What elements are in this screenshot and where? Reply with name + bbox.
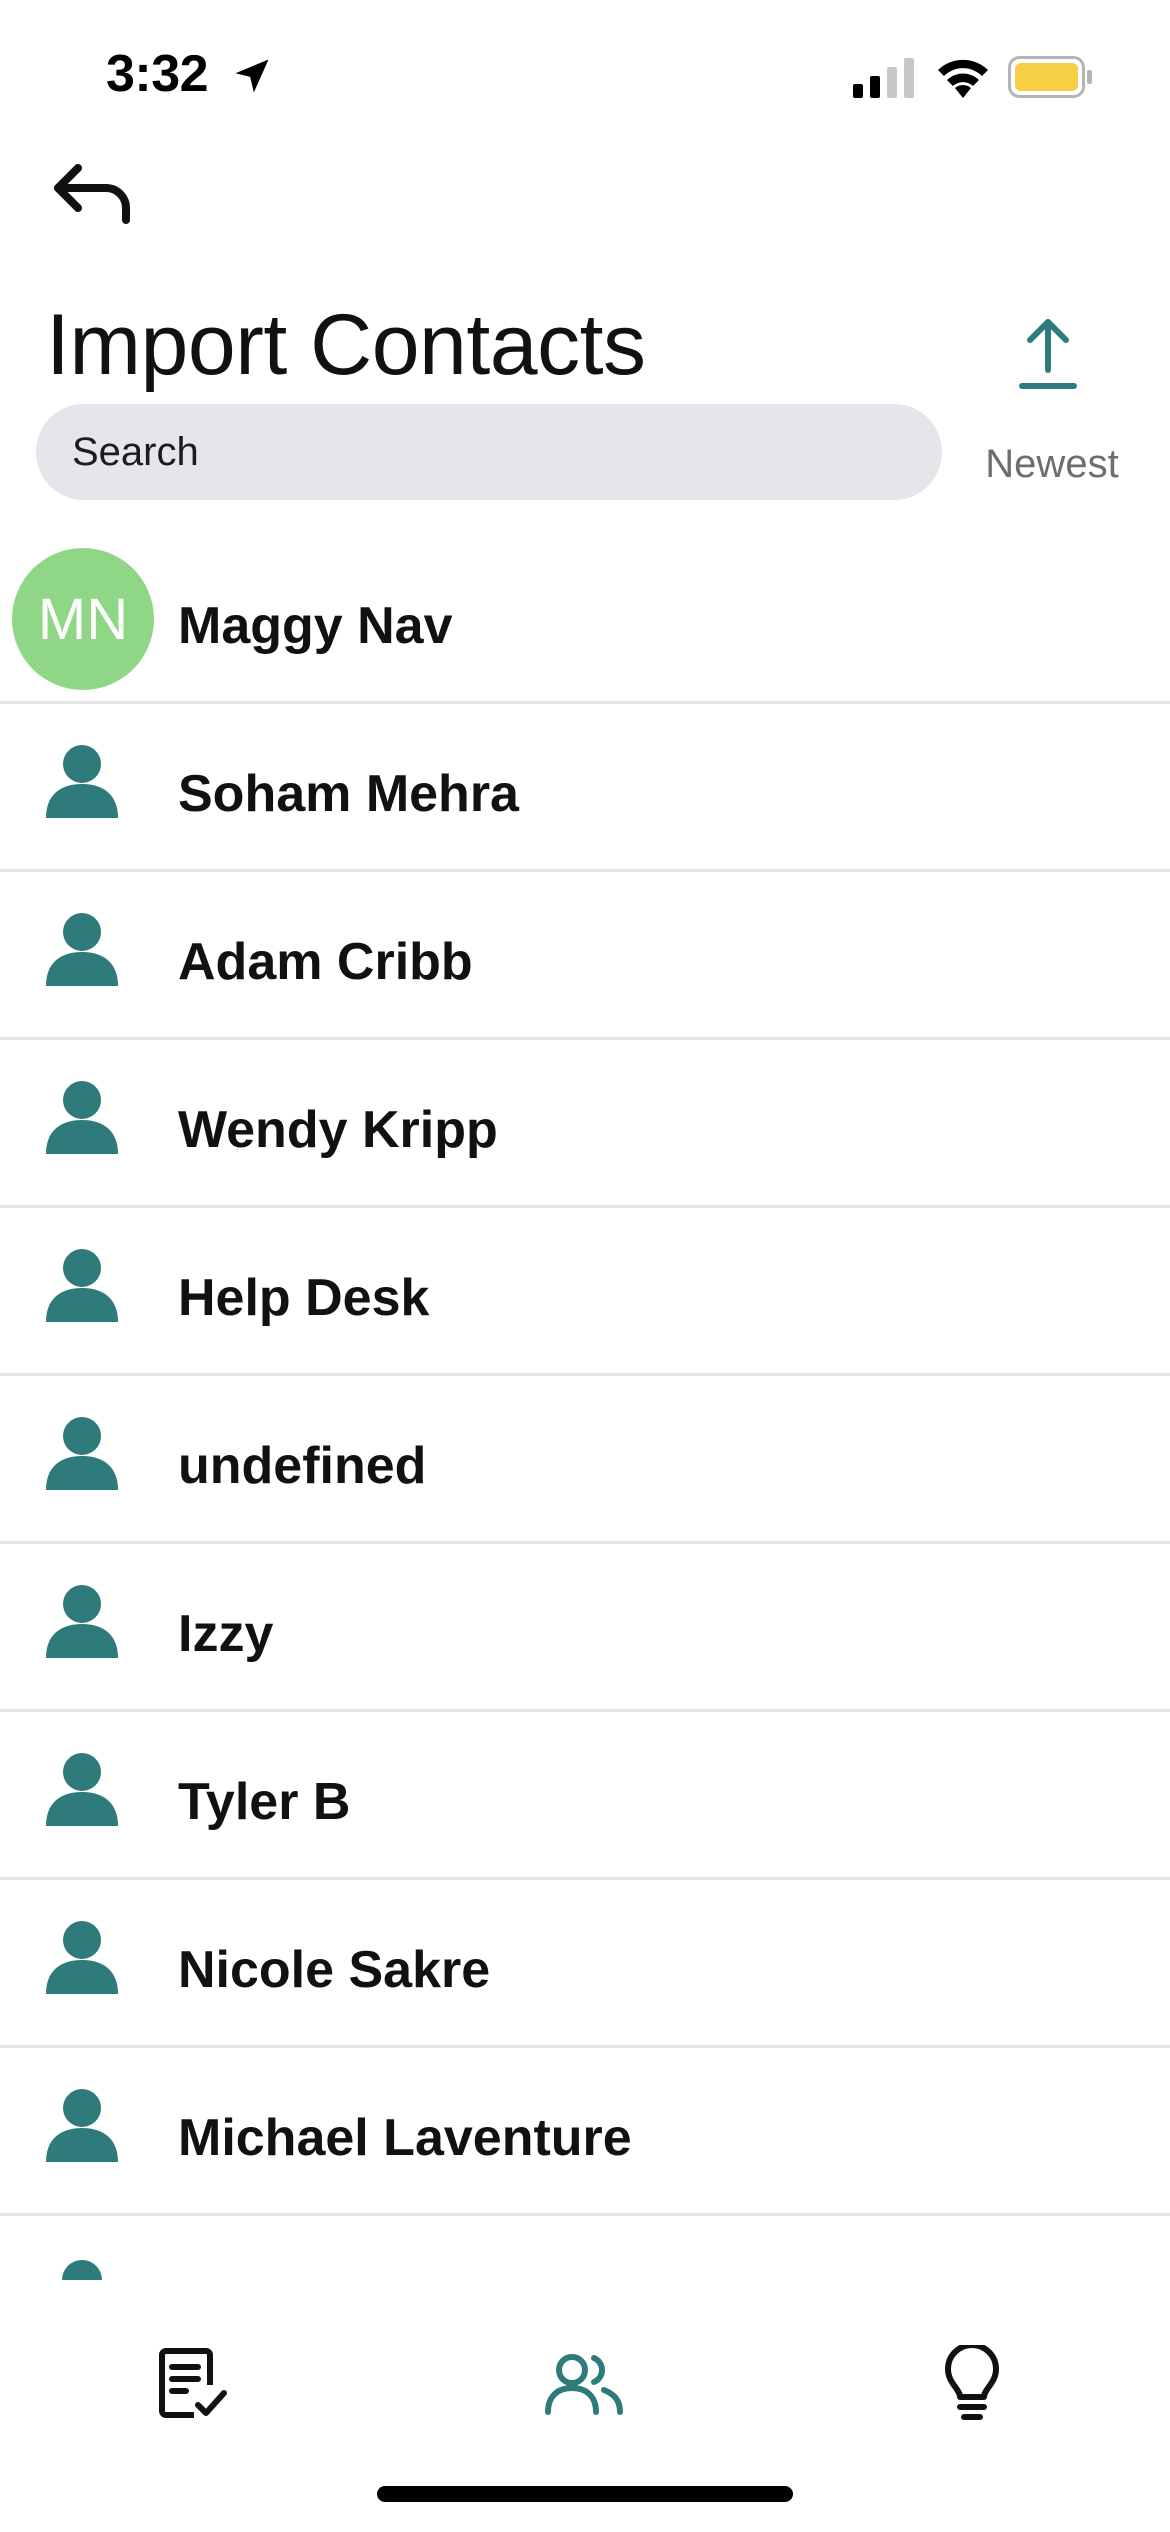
contact-row[interactable]: Izzy <box>0 1544 1170 1712</box>
wifi-icon <box>938 59 988 98</box>
contact-row[interactable]: Soham Mehra <box>0 704 1170 872</box>
lightbulb-icon <box>945 2345 999 2420</box>
person-icon <box>46 1921 118 1994</box>
location-arrow-icon <box>235 59 269 93</box>
person-icon <box>46 1417 118 1490</box>
contact-name: Help Desk <box>178 1269 430 1327</box>
contact-name: Izzy <box>178 1605 274 1663</box>
person-icon <box>46 745 118 818</box>
page-title: Import Contacts <box>46 297 646 393</box>
search-bar[interactable] <box>36 404 942 500</box>
contact-row[interactable]: Wendy Kripp <box>0 1040 1170 1208</box>
sort-newest-button[interactable]: Newest <box>972 316 1132 496</box>
contact-list: MN Maggy Nav Soham Mehra Adam Cribb Wend… <box>0 536 1170 2280</box>
person-icon <box>62 2260 102 2280</box>
avatar: MN <box>12 548 154 690</box>
contact-name: Wendy Kripp <box>178 1101 498 1159</box>
tab-tasks[interactable] <box>142 2340 242 2430</box>
contact-name: Adam Cribb <box>178 933 473 991</box>
contact-name: Nicole Sakre <box>178 1941 491 1999</box>
battery-icon <box>1008 56 1092 98</box>
contact-row[interactable]: Help Desk <box>0 1208 1170 1376</box>
contact-name: undefined <box>178 1437 427 1495</box>
person-icon <box>46 1753 118 1826</box>
contact-name: Soham Mehra <box>178 765 519 823</box>
contact-row[interactable]: Tyler B <box>0 1712 1170 1880</box>
cellular-signal-icon <box>853 58 914 98</box>
tab-ideas[interactable] <box>922 2340 1022 2430</box>
status-bar: 3:32 <box>0 0 1170 150</box>
contact-name: Maggy Nav <box>178 597 453 655</box>
sort-label: Newest <box>985 442 1119 486</box>
contact-name: Tyler B <box>178 1773 351 1831</box>
person-icon <box>46 2089 118 2162</box>
home-indicator <box>377 2486 793 2502</box>
import-contacts-screen: 3:32 Import Contacts Newest Search MN Ma… <box>0 0 1170 2532</box>
contact-row[interactable]: Nicole Sakre <box>0 1880 1170 2048</box>
search-input[interactable] <box>72 429 942 475</box>
person-icon <box>46 1081 118 1154</box>
contact-row[interactable]: undefined <box>0 1376 1170 1544</box>
contact-row[interactable]: Michael Laventure <box>0 2048 1170 2216</box>
contact-name: Michael Laventure <box>178 2109 632 2167</box>
checklist-icon <box>159 2348 227 2418</box>
people-icon <box>545 2354 623 2415</box>
person-icon <box>46 1585 118 1658</box>
avatar-initials: MN <box>37 586 129 652</box>
tab-contacts[interactable] <box>534 2340 634 2430</box>
contact-row[interactable]: MN Maggy Nav <box>0 536 1170 704</box>
person-icon <box>46 1249 118 1322</box>
person-icon <box>46 913 118 986</box>
contact-row[interactable]: Adam Cribb <box>0 872 1170 1040</box>
upload-arrow-icon <box>1019 319 1077 389</box>
status-time: 3:32 <box>106 45 209 103</box>
back-arrow-icon[interactable] <box>48 150 138 230</box>
